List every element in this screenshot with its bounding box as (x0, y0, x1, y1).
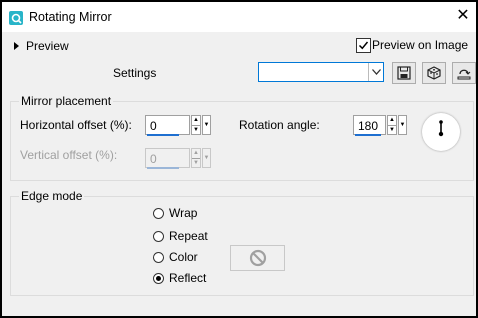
edge-mode-repeat-radio[interactable]: Repeat (153, 229, 208, 243)
settings-dropdown[interactable] (258, 62, 384, 82)
horizontal-offset-value: 0 (150, 119, 157, 133)
mirror-placement-group: Mirror placement (10, 94, 474, 181)
expand-triangle-icon (14, 42, 19, 50)
horizontal-offset-slider-bar[interactable] (147, 134, 179, 136)
title-bar[interactable]: Rotating Mirror ✕ (2, 2, 476, 32)
vertical-offset-value: 0 (150, 152, 157, 166)
reset-button[interactable] (452, 62, 476, 84)
edge-mode-option-label[interactable]: Repeat (169, 229, 208, 243)
edge-color-swatch (230, 245, 285, 271)
checkmark-icon (358, 41, 369, 50)
radio-circle[interactable] (153, 207, 164, 219)
no-symbol-icon (249, 249, 266, 267)
rotation-angle-stepper[interactable]: ▲ ▼ (387, 115, 397, 135)
edge-mode-option-label[interactable]: Color (169, 250, 198, 264)
horizontal-offset-input[interactable]: 0 (145, 115, 190, 135)
vertical-offset-spinner: 0 ▲ ▼ ▼ (145, 148, 215, 170)
rotation-angle-spinner[interactable]: 180 ▲ ▼ ▼ (353, 115, 410, 137)
vertical-offset-stepper: ▲ ▼ (191, 148, 201, 168)
horizontal-offset-label: Horizontal offset (%): (20, 118, 132, 132)
vertical-offset-dropdown: ▼ (202, 148, 211, 168)
radio-circle-selected[interactable] (153, 272, 164, 284)
randomize-button[interactable] (422, 62, 446, 84)
horizontal-offset-spinner[interactable]: 0 ▲ ▼ ▼ (145, 115, 215, 137)
edge-mode-option-label[interactable]: Reflect (169, 271, 206, 285)
edge-mode-option-label[interactable]: Wrap (169, 206, 197, 220)
vertical-offset-input: 0 (145, 148, 190, 168)
close-icon: ✕ (456, 7, 470, 24)
rotation-angle-dropdown[interactable]: ▼ (398, 115, 407, 135)
preview-label: Preview (26, 39, 69, 53)
vertical-offset-slider-bar (147, 167, 179, 169)
vertical-offset-label: Vertical offset (%): (20, 148, 118, 162)
radio-circle[interactable] (153, 251, 164, 263)
close-button[interactable]: ✕ (454, 7, 472, 25)
chevron-down-icon[interactable] (368, 63, 383, 81)
radio-circle[interactable] (153, 230, 164, 242)
rotation-angle-value: 180 (358, 119, 379, 133)
rotation-angle-label: Rotation angle: (239, 118, 320, 132)
edge-mode-title: Edge mode (19, 189, 85, 203)
horizontal-offset-dropdown[interactable]: ▼ (202, 115, 211, 135)
preview-on-image-checkbox[interactable] (356, 38, 371, 53)
app-icon (9, 11, 23, 25)
edge-mode-wrap-radio[interactable]: Wrap (153, 206, 197, 220)
preview-on-image-label[interactable]: Preview on Image (372, 38, 468, 52)
rotation-angle-input[interactable]: 180 (353, 115, 386, 135)
angle-dial-icon[interactable] (422, 113, 460, 151)
window-title: Rotating Mirror (29, 10, 112, 24)
horizontal-offset-stepper[interactable]: ▲ ▼ (191, 115, 201, 135)
preview-expander[interactable]: Preview (14, 39, 69, 53)
save-icon (397, 66, 411, 80)
save-preset-button[interactable] (392, 62, 416, 84)
rotation-angle-slider-bar[interactable] (355, 134, 381, 136)
reset-icon (457, 69, 471, 80)
edge-mode-color-radio[interactable]: Color (153, 250, 198, 264)
edge-mode-reflect-radio[interactable]: Reflect (153, 271, 206, 285)
random-icon (427, 66, 441, 80)
settings-label: Settings (113, 66, 157, 80)
mirror-placement-title: Mirror placement (19, 94, 114, 108)
dialog-window: Rotating Mirror ✕ Preview Preview on Ima… (2, 2, 476, 316)
